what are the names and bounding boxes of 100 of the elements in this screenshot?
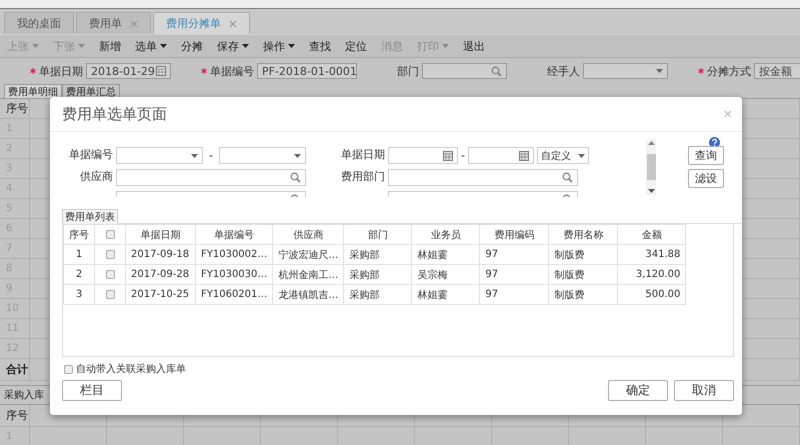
caret-icon bbox=[242, 44, 249, 48]
toolbar-button[interactable]: 查找 bbox=[302, 38, 338, 54]
caret-icon bbox=[160, 44, 167, 48]
scrollbar[interactable] bbox=[646, 139, 656, 195]
scroll-down-icon[interactable] bbox=[648, 189, 654, 193]
table-cell: 龙港镇凯吉… bbox=[272, 284, 344, 304]
range-separator: - bbox=[209, 149, 213, 162]
tab[interactable]: 费用单 bbox=[76, 12, 151, 34]
input-field[interactable] bbox=[388, 147, 458, 164]
input-field[interactable]: PF-2018-01-0001 bbox=[257, 63, 357, 79]
calendar-icon[interactable] bbox=[156, 66, 166, 76]
table-cell: 2017-10-25 bbox=[126, 284, 196, 304]
checkbox[interactable] bbox=[106, 230, 114, 239]
field-label: 供应商 bbox=[79, 169, 114, 185]
tab[interactable]: 我的桌面 bbox=[4, 12, 74, 34]
table-cell: 97 bbox=[480, 264, 549, 284]
filter-button[interactable]: 查询 bbox=[688, 146, 724, 165]
checkbox[interactable] bbox=[106, 250, 114, 259]
calendar-icon[interactable] bbox=[443, 150, 453, 160]
columns-button[interactable]: 栏目 bbox=[62, 380, 122, 401]
preset-select[interactable]: 自定义 bbox=[536, 147, 589, 164]
total-label: 合计 bbox=[0, 359, 30, 380]
table-cell: FY1030030… bbox=[196, 264, 273, 284]
caret-icon bbox=[442, 44, 449, 48]
tab[interactable]: 费用单明细 bbox=[4, 84, 62, 98]
row-number: 1 bbox=[64, 244, 94, 264]
input-field[interactable] bbox=[116, 169, 306, 186]
table-cell: 341.88 bbox=[618, 244, 686, 264]
table-cell: 采购部 bbox=[344, 264, 412, 284]
input-field[interactable] bbox=[422, 63, 507, 79]
column-header: 金额 bbox=[618, 224, 686, 244]
column-header: 序号 bbox=[0, 99, 30, 118]
column-header: 序号 bbox=[64, 224, 94, 244]
table-cell: 2017-09-18 bbox=[126, 244, 196, 264]
table-cell: 林姐霎 bbox=[412, 244, 480, 264]
table-cell: 制版费 bbox=[548, 264, 618, 284]
field-label: 单据编号 bbox=[210, 64, 254, 78]
tab[interactable]: 采购入库 bbox=[0, 387, 48, 403]
table-cell: 3,120.00 bbox=[618, 264, 686, 284]
field-label: 部门 bbox=[397, 64, 419, 78]
table-cell: 林姐霎 bbox=[412, 284, 480, 304]
field-label: 单据日期 bbox=[340, 147, 386, 163]
table-cell: 宁波宏迪尺… bbox=[272, 244, 344, 264]
table-cell: 97 bbox=[480, 284, 549, 304]
dialog-title: 费用单选单页面 bbox=[62, 104, 167, 124]
table-cell: 吴宗梅 bbox=[412, 264, 480, 284]
input-field[interactable] bbox=[218, 147, 306, 164]
field-label: 经手人 bbox=[547, 64, 580, 78]
caret-icon bbox=[32, 44, 39, 48]
calendar-icon[interactable] bbox=[518, 150, 529, 160]
caret-icon[interactable] bbox=[656, 69, 663, 73]
checkbox[interactable] bbox=[106, 290, 114, 299]
filter-button[interactable]: 滤设 bbox=[688, 169, 724, 188]
toolbar-button[interactable]: 定位 bbox=[338, 38, 374, 54]
checkbox[interactable] bbox=[64, 364, 73, 374]
table-cell: 97 bbox=[480, 244, 549, 264]
toolbar-button[interactable]: 选单 bbox=[128, 38, 174, 54]
column-header: 费用编码 bbox=[480, 224, 549, 244]
input-field[interactable]: 按金额 bbox=[754, 63, 800, 79]
action-button[interactable]: 取消 bbox=[674, 380, 734, 401]
field-label: 费用部门 bbox=[340, 169, 386, 185]
table-cell: 500.00 bbox=[618, 284, 686, 304]
toolbar-button[interactable]: 分摊 bbox=[174, 38, 210, 54]
input-field[interactable] bbox=[116, 147, 203, 164]
column-header: 费用名称 bbox=[548, 224, 618, 244]
row-number: 2 bbox=[64, 264, 94, 284]
caret-icon bbox=[288, 44, 295, 48]
toolbar-button[interactable]: 新增 bbox=[92, 38, 128, 54]
caret-icon[interactable] bbox=[294, 154, 301, 158]
table-cell: 采购部 bbox=[344, 284, 412, 304]
field-label: 分摊方式 bbox=[707, 64, 751, 78]
toolbar-button[interactable]: 保存 bbox=[210, 38, 256, 54]
toolbar-button[interactable]: 操作 bbox=[256, 38, 302, 54]
action-button[interactable]: 确定 bbox=[608, 380, 668, 401]
column-header: 供应商 bbox=[272, 224, 344, 244]
column-header: 单据日期 bbox=[126, 224, 196, 244]
column-header: 业务员 bbox=[412, 224, 480, 244]
caret-icon bbox=[78, 44, 85, 48]
table-cell: 制版费 bbox=[548, 284, 618, 304]
checkbox-label: 自动带入关联采购入库单 bbox=[76, 362, 186, 376]
table-cell: 2017-09-28 bbox=[126, 264, 196, 284]
toolbar-button[interactable]: 退出 bbox=[456, 38, 492, 54]
input-field[interactable] bbox=[388, 169, 578, 186]
column-header: 序号 bbox=[0, 405, 30, 426]
range-separator: - bbox=[461, 149, 465, 162]
checkbox[interactable] bbox=[106, 270, 114, 279]
tab[interactable]: 费用单列表 bbox=[62, 209, 118, 224]
table-cell: 采购部 bbox=[344, 244, 412, 264]
scroll-up-icon[interactable] bbox=[648, 141, 654, 145]
caret-icon bbox=[578, 154, 585, 158]
table-cell: FY1030002… bbox=[196, 244, 273, 264]
input-field[interactable] bbox=[583, 63, 668, 79]
field-label: 单据编号 bbox=[68, 147, 114, 163]
input-field[interactable]: 2018-01-29 bbox=[86, 63, 171, 79]
row-number: 3 bbox=[64, 284, 94, 304]
caret-icon[interactable] bbox=[191, 154, 198, 158]
input-field[interactable] bbox=[468, 147, 534, 164]
table-cell: FY1060201… bbox=[196, 284, 273, 304]
close-icon[interactable] bbox=[229, 20, 237, 28]
tab[interactable]: 费用单汇总 bbox=[62, 84, 120, 98]
